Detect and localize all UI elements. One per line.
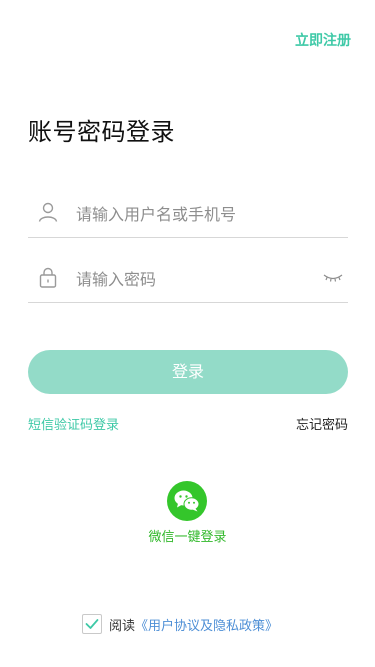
agreement-checkbox[interactable]	[82, 614, 102, 634]
password-field[interactable]: 请输入密码	[28, 252, 348, 303]
sms-login-link[interactable]: 短信验证码登录	[28, 414, 119, 433]
user-icon	[36, 200, 60, 224]
page-title: 账号密码登录	[28, 118, 175, 146]
wechat-login-label[interactable]: 微信一键登录	[0, 526, 375, 545]
agreement-link[interactable]: 《用户协议及隐私政策》	[135, 615, 278, 634]
wechat-login-button[interactable]	[167, 481, 207, 521]
login-button[interactable]: 登录	[28, 350, 348, 394]
username-field[interactable]: 请输入用户名或手机号	[28, 187, 348, 238]
eye-closed-icon[interactable]	[322, 270, 344, 284]
agreement-row: 阅读 《用户协议及隐私政策》	[82, 613, 278, 635]
username-input[interactable]: 请输入用户名或手机号	[76, 201, 236, 225]
lock-icon	[36, 265, 60, 289]
password-input[interactable]: 请输入密码	[76, 266, 156, 290]
register-link[interactable]: 立即注册	[295, 30, 351, 50]
forgot-password-link[interactable]: 忘记密码	[296, 414, 348, 433]
agreement-prefix: 阅读	[109, 618, 136, 634]
